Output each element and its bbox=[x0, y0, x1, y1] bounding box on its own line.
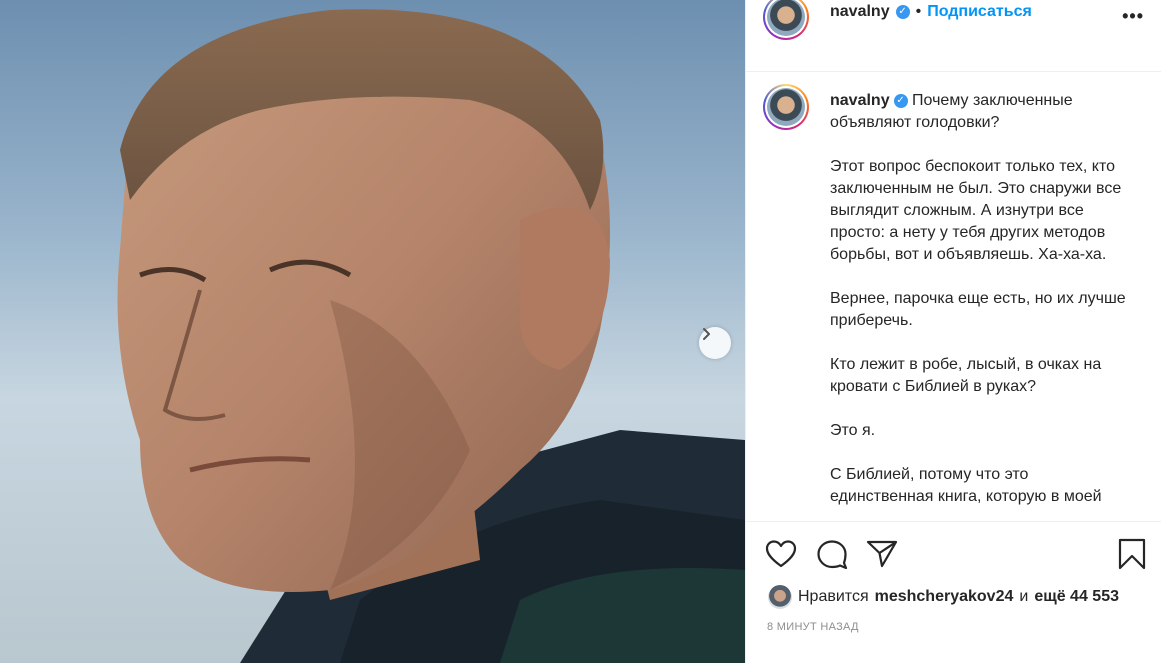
more-options-icon[interactable]: ••• bbox=[1122, 6, 1144, 27]
next-photo-button[interactable] bbox=[699, 327, 731, 359]
caption-paragraph: Это я. bbox=[830, 422, 876, 439]
author-line: navalny ✓ • Подписаться bbox=[830, 3, 1032, 21]
caption-section: navalny ✓ Почему заключенные объявляют го… bbox=[746, 73, 1161, 521]
verified-badge-icon: ✓ bbox=[893, 93, 908, 108]
caption-paragraph: Кто лежит в робе, лысый, в очках на кров… bbox=[830, 356, 1102, 395]
portrait-illustration bbox=[117, 9, 745, 663]
heart-icon[interactable] bbox=[765, 539, 797, 574]
caption-paragraph: Этот вопрос беспокоит только тех, кто за… bbox=[830, 158, 1122, 263]
caption-username[interactable]: navalny bbox=[830, 92, 890, 109]
caption-paragraph: Вернее, парочка еще есть, но их лучше пр… bbox=[830, 290, 1126, 329]
caption-paragraph: С Библией, потому что это единственная к… bbox=[830, 466, 1102, 505]
post-header: navalny ✓ • Подписаться ••• bbox=[746, 0, 1161, 72]
likes-conjunction: и bbox=[1019, 588, 1029, 605]
send-icon[interactable] bbox=[866, 540, 898, 573]
caption-text: navalny ✓ Почему заключенные объявляют го… bbox=[830, 90, 1130, 521]
comment-icon[interactable] bbox=[816, 539, 848, 574]
author-avatar[interactable] bbox=[763, 0, 809, 40]
caption-paragraph: navalny ✓ Почему заключенные объявляют го… bbox=[830, 92, 1073, 131]
liker-avatar[interactable] bbox=[768, 585, 792, 609]
post-actions: Нравится meshcheryakov24 и ещё 44 553 8 … bbox=[746, 521, 1161, 663]
likes-count[interactable]: ещё 44 553 bbox=[1034, 588, 1119, 606]
post-side-panel: navalny ✓ • Подписаться ••• navalny ✓ Поч… bbox=[745, 0, 1161, 663]
caption-author-avatar[interactable] bbox=[763, 84, 809, 130]
likes-prefix: Нравится bbox=[798, 588, 869, 605]
verified-badge-icon: ✓ bbox=[895, 5, 910, 19]
separator-dot: • bbox=[915, 3, 922, 20]
author-username[interactable]: navalny bbox=[830, 3, 890, 21]
chevron-right-icon bbox=[703, 328, 710, 340]
liker-username[interactable]: meshcheryakov24 bbox=[875, 588, 1014, 606]
follow-button[interactable]: Подписаться bbox=[927, 3, 1032, 21]
bookmark-icon[interactable] bbox=[1118, 538, 1146, 575]
post-timestamp[interactable]: 8 МИНУТ НАЗАД bbox=[767, 621, 859, 633]
post-photo[interactable] bbox=[0, 0, 745, 663]
likes-summary[interactable]: Нравится meshcheryakov24 и ещё 44 553 bbox=[768, 585, 1119, 609]
